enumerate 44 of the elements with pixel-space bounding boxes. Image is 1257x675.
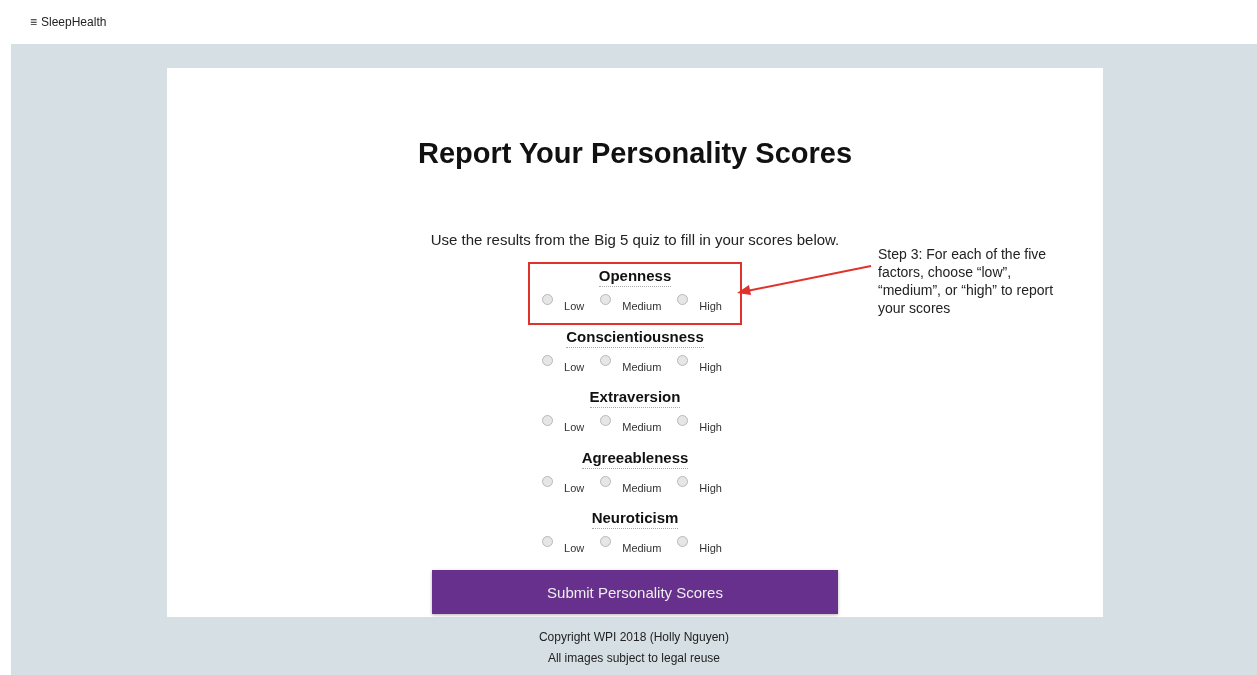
radio-label: Medium [622,421,662,434]
factor-name: Neuroticism [591,509,679,530]
radio-label: Medium [622,360,662,373]
factor-name: Openness [598,267,672,287]
factor-name: Extraversion [589,388,681,409]
radio-button[interactable] [600,475,612,487]
radio-button[interactable] [677,475,689,487]
brand-link[interactable]: SleepHealth [41,15,107,29]
radio-label: Medium [622,300,662,312]
radio-label: High [699,542,722,555]
footer-text: All images subject to legal reuse [547,650,721,666]
radio-button[interactable] [600,294,612,305]
radio-label: Low [564,481,585,494]
radio-button[interactable] [677,415,689,427]
radio-button[interactable] [677,536,689,548]
radio-button[interactable] [542,536,554,548]
radio-button[interactable] [600,354,612,366]
radio-label: High [699,421,722,434]
instructions-text: Use the results from the Big 5 quiz to fill in your scores below. [430,231,840,249]
radio-label: Medium [622,542,662,555]
radio-button[interactable] [600,415,612,427]
footer-text: Copyright WPI 2018 (Holly Nguyen) [538,629,730,645]
radio-label: Low [564,421,585,434]
arrow-icon [735,264,872,296]
radio-label: Low [564,360,585,373]
menu-icon[interactable]: ≡ [30,15,37,29]
submit-button[interactable]: Submit Personality Scores [432,570,838,614]
factor-name: Agreeableness [581,448,689,469]
radio-button[interactable] [677,294,689,305]
page-title: Report Your Personality Scores [417,136,853,171]
radio-button[interactable] [600,536,612,548]
radio-button[interactable] [542,294,554,305]
annotation-note: Step 3: For each of the five factors, choose “low”, “medium”, or “high” to report your scores [878,245,1055,317]
radio-label: Medium [622,481,662,494]
factor-name: Conscientiousness [566,327,704,348]
radio-button[interactable] [542,354,554,366]
radio-label: High [699,481,722,494]
radio-label: High [699,360,722,373]
radio-label: Low [564,300,585,312]
radio-button[interactable] [542,475,554,487]
radio-button[interactable] [677,354,689,366]
radio-button[interactable] [542,415,554,427]
radio-label: Low [564,542,585,555]
radio-label: High [699,300,722,312]
